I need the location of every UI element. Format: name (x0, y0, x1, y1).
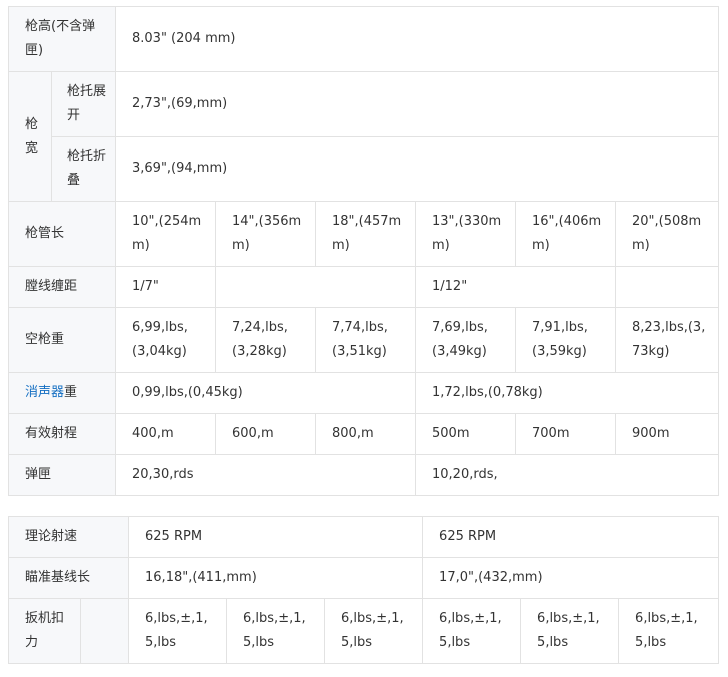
height-value: 8.03" (204 mm) (114, 6, 720, 72)
barrel-length-value: 14",(356mm) (215, 201, 316, 267)
sight-radius-value: 17,0",(432,mm) (422, 557, 720, 599)
suppressor-weight-suffix: 重 (64, 385, 78, 400)
barrel-length-value: 20",(508mm) (614, 201, 720, 267)
empty-weight-value: 7,69,lbs,(3,49kg) (415, 307, 516, 373)
effective-range-value: 800,m (315, 413, 416, 455)
trigger-pull-value: 6,lbs,±,1,5,lbs (324, 598, 424, 664)
twist-rate-value: 1/7" (115, 266, 216, 308)
twist-rate-label: 膛线缠距 (8, 266, 116, 308)
empty-weight-value: 7,74,lbs,(3,51kg) (315, 307, 416, 373)
empty-weight-value: 7,24,lbs,(3,28kg) (215, 307, 316, 373)
twist-rate-value (614, 266, 720, 308)
suppressor-weight-label: 消声器重 (8, 372, 116, 414)
stock-extended-label: 枪托展开 (51, 71, 116, 137)
suppressor-weight-value: 0,99,lbs,(0,45kg) (115, 372, 416, 414)
empty-weight-label: 空枪重 (8, 307, 116, 373)
empty-weight-value: 7,91,lbs,(3,59kg) (515, 307, 616, 373)
trigger-pull-value: 6,lbs,±,1,5,lbs (226, 598, 326, 664)
trigger-pull-value: 6,lbs,±,1,5,lbs (422, 598, 522, 664)
suppressor-weight-value: 1,72,lbs,(0,78kg) (414, 372, 720, 414)
rate-of-fire-value: 625 RPM (422, 516, 720, 558)
sight-radius-value: 16,18",(411,mm) (128, 557, 424, 599)
trigger-pull-label: 扳机扣力 (8, 598, 81, 664)
stock-folded-value: 3,69",(94,mm) (114, 136, 720, 202)
stock-extended-value: 2,73",(69,mm) (114, 71, 720, 137)
trigger-pull-spacer (79, 598, 130, 664)
suppressor-link[interactable]: 消声器 (25, 385, 64, 400)
effective-range-value: 400,m (115, 413, 216, 455)
stock-folded-label: 枪托折叠 (51, 136, 116, 202)
effective-range-value: 600,m (215, 413, 316, 455)
trigger-pull-value: 6,lbs,±,1,5,lbs (520, 598, 620, 664)
rate-of-fire-label: 理论射速 (7, 516, 130, 558)
effective-range-value: 500m (415, 413, 516, 455)
spec-table-1: 枪高(不含弹匣) 8.03" (204 mm) 枪宽 枪托展开 2,73",(6… (8, 6, 720, 496)
empty-weight-value: 8,23,lbs,(3,73kg) (614, 307, 720, 373)
barrel-length-label: 枪管长 (8, 201, 116, 267)
barrel-length-value: 16",(406mm) (515, 201, 616, 267)
spec-table-2: 理论射速 625 RPM 625 RPM 瞄准基线长 16,18",(411,m… (7, 516, 720, 664)
barrel-length-value: 13",(330mm) (415, 201, 516, 267)
barrel-length-value: 18",(457mm) (315, 201, 416, 267)
magazine-value: 10,20,rds, (414, 454, 720, 496)
rate-of-fire-value: 625 RPM (128, 516, 424, 558)
trigger-pull-value: 6,lbs,±,1,5,lbs (128, 598, 228, 664)
sight-radius-label: 瞄准基线长 (7, 557, 130, 599)
twist-rate-value (215, 266, 416, 308)
trigger-pull-value: 6,lbs,±,1,5,lbs (618, 598, 720, 664)
width-label: 枪宽 (8, 71, 52, 202)
effective-range-value: 700m (515, 413, 616, 455)
effective-range-label: 有效射程 (8, 413, 116, 455)
barrel-length-value: 10",(254mm) (115, 201, 216, 267)
empty-weight-value: 6,99,lbs,(3,04kg) (115, 307, 216, 373)
effective-range-value: 900m (614, 413, 720, 455)
magazine-value: 20,30,rds (115, 454, 416, 496)
twist-rate-value: 1/12" (415, 266, 616, 308)
magazine-label: 弹匣 (8, 454, 116, 496)
height-label: 枪高(不含弹匣) (8, 6, 116, 72)
